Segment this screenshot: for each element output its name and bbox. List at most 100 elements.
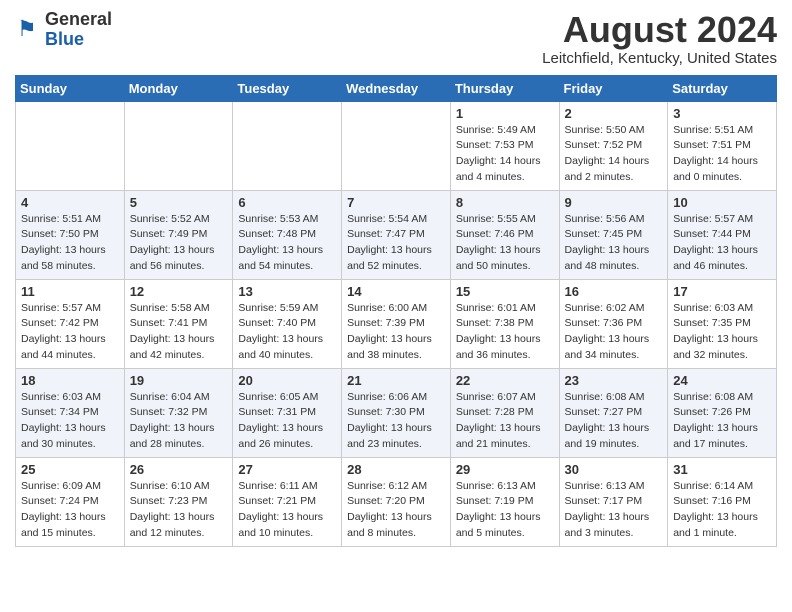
day-number: 15	[456, 284, 554, 299]
calendar-cell: 14Sunrise: 6:00 AMSunset: 7:39 PMDayligh…	[342, 279, 451, 368]
day-info: Sunrise: 6:09 AMSunset: 7:24 PMDaylight:…	[21, 479, 119, 542]
day-info: Sunrise: 5:59 AMSunset: 7:40 PMDaylight:…	[238, 301, 336, 364]
day-info: Sunrise: 6:14 AMSunset: 7:16 PMDaylight:…	[673, 479, 771, 542]
calendar-cell: 24 Sunrise: 6:08 AMSunset: 7:26 PMDayligh…	[668, 368, 777, 457]
weekday-header-saturday: Saturday	[668, 75, 777, 101]
day-info: Sunrise: 6:13 AMSunset: 7:19 PMDaylight:…	[456, 479, 554, 542]
day-info: Sunrise: 6:03 AMSunset: 7:34 PMDaylight:…	[21, 390, 119, 453]
calendar-cell: 22 Sunrise: 6:07 AMSunset: 7:28 PMDayligh…	[450, 368, 559, 457]
day-number: 6	[238, 195, 336, 210]
calendar-cell: 6 Sunrise: 5:53 AMSunset: 7:48 PMDaylight…	[233, 190, 342, 279]
day-info: Sunrise: 5:55 AMSunset: 7:46 PMDaylight:…	[456, 212, 554, 275]
calendar-cell: 1 Sunrise: 5:49 AMSunset: 7:53 PMDaylight…	[450, 101, 559, 190]
day-info: Sunrise: 6:01 AMSunset: 7:38 PMDaylight:…	[456, 301, 554, 364]
calendar-cell: 2 Sunrise: 5:50 AMSunset: 7:52 PMDaylight…	[559, 101, 668, 190]
day-number: 2	[565, 106, 663, 121]
calendar-cell: 23 Sunrise: 6:08 AMSunset: 7:27 PMDayligh…	[559, 368, 668, 457]
day-number: 20	[238, 373, 336, 388]
day-number: 9	[565, 195, 663, 210]
day-number: 27	[238, 462, 336, 477]
day-number: 26	[130, 462, 228, 477]
day-info: Sunrise: 5:58 AMSunset: 7:41 PMDaylight:…	[130, 301, 228, 364]
day-number: 4	[21, 195, 119, 210]
calendar-cell: 31 Sunrise: 6:14 AMSunset: 7:16 PMDayligh…	[668, 457, 777, 546]
calendar-cell: 21 Sunrise: 6:06 AMSunset: 7:30 PMDayligh…	[342, 368, 451, 457]
logo: ⚑ General Blue	[15, 10, 112, 50]
day-number: 28	[347, 462, 445, 477]
weekday-header-wednesday: Wednesday	[342, 75, 451, 101]
day-info: Sunrise: 5:50 AMSunset: 7:52 PMDaylight:…	[565, 123, 663, 186]
calendar-cell: 13Sunrise: 5:59 AMSunset: 7:40 PMDayligh…	[233, 279, 342, 368]
day-info: Sunrise: 5:57 AMSunset: 7:44 PMDaylight:…	[673, 212, 771, 275]
day-number: 1	[456, 106, 554, 121]
calendar-cell: 12 Sunrise: 5:58 AMSunset: 7:41 PMDayligh…	[124, 279, 233, 368]
calendar-cell: 27 Sunrise: 6:11 AMSunset: 7:21 PMDayligh…	[233, 457, 342, 546]
day-info: Sunrise: 5:51 AMSunset: 7:50 PMDaylight:…	[21, 212, 119, 275]
day-number: 11	[21, 284, 119, 299]
calendar-cell	[16, 101, 125, 190]
day-info: Sunrise: 5:53 AMSunset: 7:48 PMDaylight:…	[238, 212, 336, 275]
calendar-cell: 30 Sunrise: 6:13 AMSunset: 7:17 PMDayligh…	[559, 457, 668, 546]
calendar-cell: 26 Sunrise: 6:10 AMSunset: 7:23 PMDayligh…	[124, 457, 233, 546]
calendar-cell	[342, 101, 451, 190]
day-info: Sunrise: 6:04 AMSunset: 7:32 PMDaylight:…	[130, 390, 228, 453]
day-info: Sunrise: 5:56 AMSunset: 7:45 PMDaylight:…	[565, 212, 663, 275]
calendar-week-1: 1 Sunrise: 5:49 AMSunset: 7:53 PMDaylight…	[16, 101, 777, 190]
logo-icon: ⚑	[15, 16, 43, 44]
day-number: 12	[130, 284, 228, 299]
calendar-cell	[233, 101, 342, 190]
calendar-cell: 25 Sunrise: 6:09 AMSunset: 7:24 PMDayligh…	[16, 457, 125, 546]
day-info: Sunrise: 6:05 AMSunset: 7:31 PMDaylight:…	[238, 390, 336, 453]
day-number: 21	[347, 373, 445, 388]
calendar-cell: 5Sunrise: 5:52 AMSunset: 7:49 PMDaylight…	[124, 190, 233, 279]
day-info: Sunrise: 5:49 AMSunset: 7:53 PMDaylight:…	[456, 123, 554, 186]
calendar-cell: 8 Sunrise: 5:55 AMSunset: 7:46 PMDaylight…	[450, 190, 559, 279]
weekday-header-friday: Friday	[559, 75, 668, 101]
weekday-header-thursday: Thursday	[450, 75, 559, 101]
calendar-cell: 29 Sunrise: 6:13 AMSunset: 7:19 PMDayligh…	[450, 457, 559, 546]
day-number: 8	[456, 195, 554, 210]
day-number: 30	[565, 462, 663, 477]
svg-text:⚑: ⚑	[17, 16, 37, 41]
day-info: Sunrise: 5:54 AMSunset: 7:47 PMDaylight:…	[347, 212, 445, 275]
weekday-header-row: SundayMondayTuesdayWednesdayThursdayFrid…	[16, 75, 777, 101]
day-number: 23	[565, 373, 663, 388]
day-number: 22	[456, 373, 554, 388]
day-info: Sunrise: 6:08 AMSunset: 7:27 PMDaylight:…	[565, 390, 663, 453]
calendar-week-5: 25 Sunrise: 6:09 AMSunset: 7:24 PMDayligh…	[16, 457, 777, 546]
day-number: 29	[456, 462, 554, 477]
calendar-cell: 18Sunrise: 6:03 AMSunset: 7:34 PMDayligh…	[16, 368, 125, 457]
calendar-cell: 7 Sunrise: 5:54 AMSunset: 7:47 PMDaylight…	[342, 190, 451, 279]
calendar-cell: 10Sunrise: 5:57 AMSunset: 7:44 PMDayligh…	[668, 190, 777, 279]
calendar-cell: 3Sunrise: 5:51 AMSunset: 7:51 PMDaylight…	[668, 101, 777, 190]
day-info: Sunrise: 6:13 AMSunset: 7:17 PMDaylight:…	[565, 479, 663, 542]
calendar-cell: 20 Sunrise: 6:05 AMSunset: 7:31 PMDayligh…	[233, 368, 342, 457]
day-info: Sunrise: 6:07 AMSunset: 7:28 PMDaylight:…	[456, 390, 554, 453]
day-info: Sunrise: 6:08 AMSunset: 7:26 PMDaylight:…	[673, 390, 771, 453]
calendar-week-3: 11Sunrise: 5:57 AMSunset: 7:42 PMDayligh…	[16, 279, 777, 368]
calendar-cell: 15 Sunrise: 6:01 AMSunset: 7:38 PMDayligh…	[450, 279, 559, 368]
calendar-table: SundayMondayTuesdayWednesdayThursdayFrid…	[15, 75, 777, 547]
day-info: Sunrise: 6:12 AMSunset: 7:20 PMDaylight:…	[347, 479, 445, 542]
day-info: Sunrise: 6:06 AMSunset: 7:30 PMDaylight:…	[347, 390, 445, 453]
day-info: Sunrise: 6:11 AMSunset: 7:21 PMDaylight:…	[238, 479, 336, 542]
day-info: Sunrise: 6:10 AMSunset: 7:23 PMDaylight:…	[130, 479, 228, 542]
day-number: 24	[673, 373, 771, 388]
day-number: 25	[21, 462, 119, 477]
day-info: Sunrise: 5:51 AMSunset: 7:51 PMDaylight:…	[673, 123, 771, 186]
day-info: Sunrise: 6:00 AMSunset: 7:39 PMDaylight:…	[347, 301, 445, 364]
day-number: 19	[130, 373, 228, 388]
location: Leitchfield, Kentucky, United States	[542, 50, 777, 67]
day-number: 31	[673, 462, 771, 477]
calendar-week-2: 4 Sunrise: 5:51 AMSunset: 7:50 PMDaylight…	[16, 190, 777, 279]
day-number: 7	[347, 195, 445, 210]
calendar-cell: 28 Sunrise: 6:12 AMSunset: 7:20 PMDayligh…	[342, 457, 451, 546]
month-title: August 2024	[542, 10, 777, 50]
day-number: 16	[565, 284, 663, 299]
day-number: 17	[673, 284, 771, 299]
calendar-cell: 17Sunrise: 6:03 AMSunset: 7:35 PMDayligh…	[668, 279, 777, 368]
calendar-week-4: 18Sunrise: 6:03 AMSunset: 7:34 PMDayligh…	[16, 368, 777, 457]
calendar-cell: 19 Sunrise: 6:04 AMSunset: 7:32 PMDayligh…	[124, 368, 233, 457]
page-header: ⚑ General Blue August 2024 Leitchfield, …	[15, 10, 777, 67]
weekday-header-sunday: Sunday	[16, 75, 125, 101]
